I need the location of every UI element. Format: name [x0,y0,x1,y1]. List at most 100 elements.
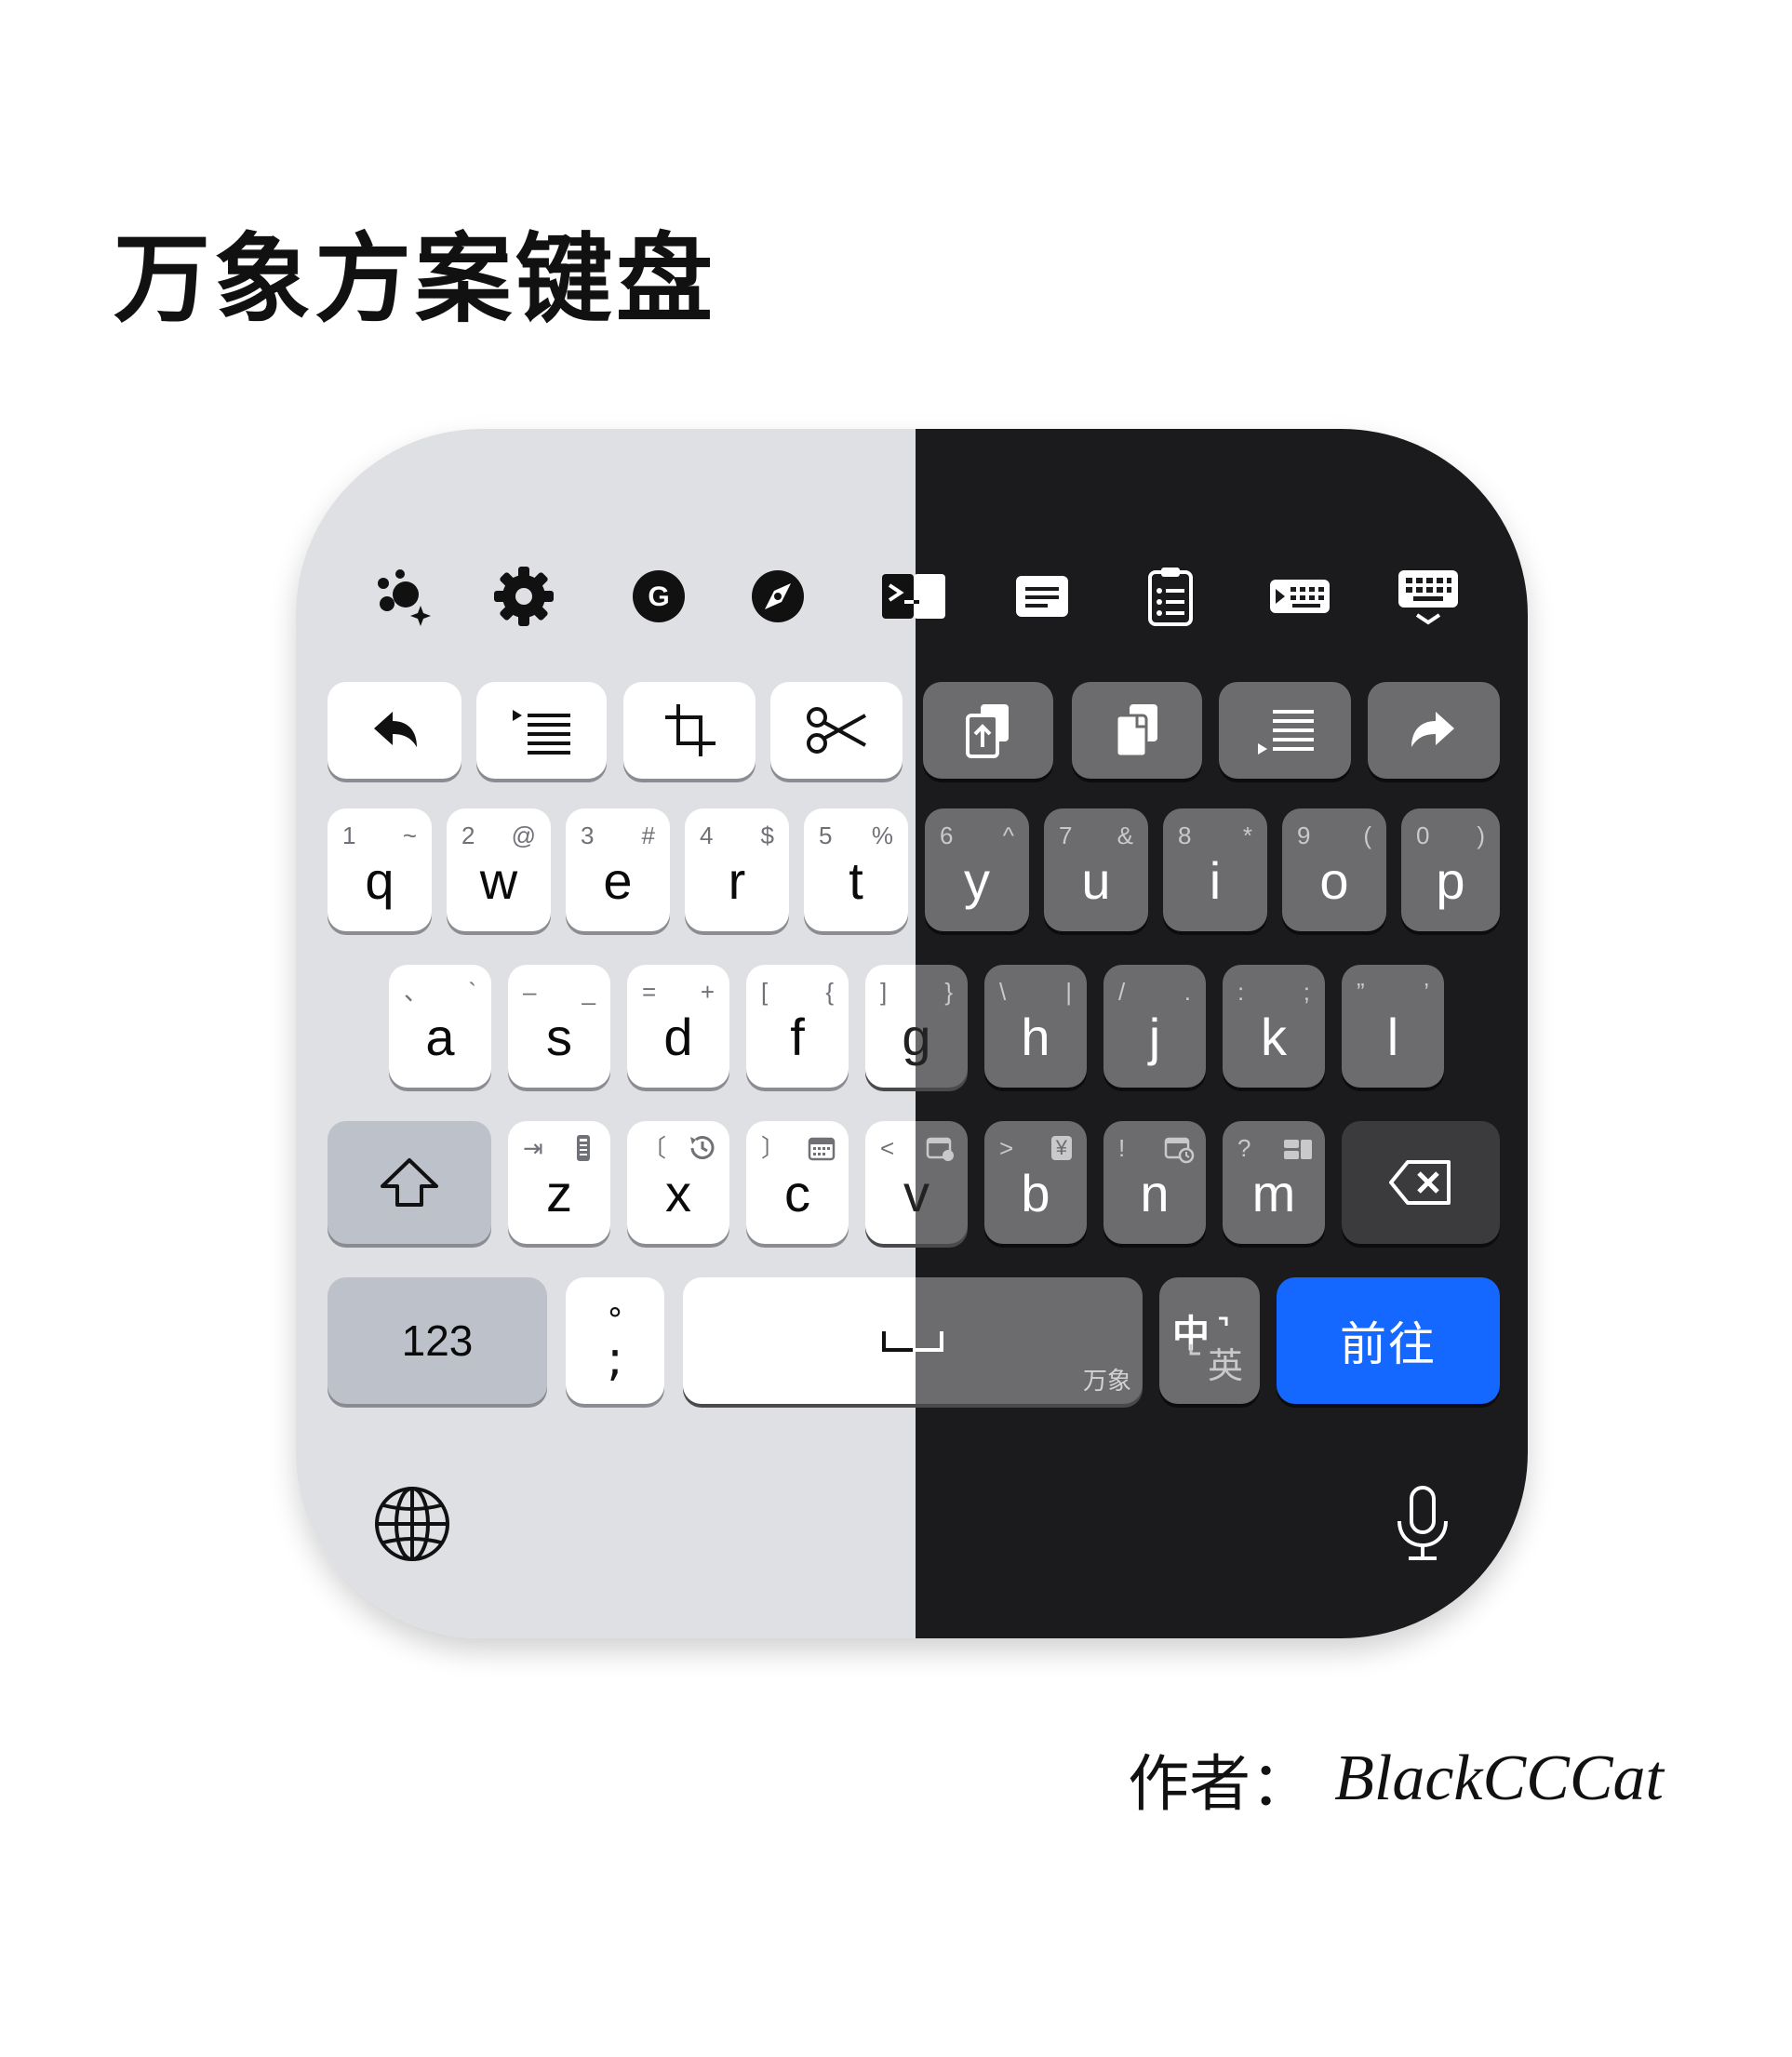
key-l[interactable]: ” ’ l [1342,965,1444,1088]
key-label: x [665,1164,691,1222]
select-all-icon [1219,682,1351,779]
key-label: a [425,1008,455,1066]
key-hint: 6 [940,821,954,849]
keyboard-right-icon[interactable] [1263,559,1337,634]
key-label: d [663,1008,693,1066]
key-w[interactable]: 2 @ w [447,808,551,931]
key-z[interactable]: ⇥ z [508,1121,610,1244]
key-b[interactable]: > ¥ b [984,1121,1087,1244]
assistant-sparkle-icon[interactable] [367,559,441,634]
redo-key[interactable] [1368,682,1500,779]
key-hint: ? [1237,1134,1251,1162]
key-n[interactable]: ! n [1103,1121,1206,1244]
key-hint: 7 [1059,821,1073,849]
go-key[interactable]: 前往 [1277,1277,1500,1404]
keyboard-dismiss-icon[interactable] [1391,559,1465,634]
author-label: 作者： [1128,1748,1313,1820]
key-hint: ! [1118,1134,1126,1162]
key-q[interactable]: 1 ~ q [328,808,432,931]
paste-key[interactable] [923,682,1053,779]
key-e[interactable]: 3 # e [566,808,670,931]
shift-icon [328,1121,491,1244]
key-f[interactable]: [{f [746,965,849,1088]
key-i[interactable]: 8 * i [1163,808,1267,931]
key-hint: ` [468,978,476,1006]
key-hint: > [999,1134,1014,1162]
calendar-check-icon [925,1132,956,1164]
key-r[interactable]: 4 $ r [685,808,789,931]
undo-key[interactable] [328,682,461,779]
key-hint: 2 [461,821,475,849]
space-key[interactable]: 万象 [683,1277,1143,1404]
undo-icon [328,682,461,779]
key-v[interactable]: < v [865,1121,968,1244]
language-switch-key[interactable]: 中 英 [1159,1277,1260,1404]
key-m[interactable]: ? m [1223,1121,1325,1244]
key-hint: ” [1357,978,1365,1006]
copy-key[interactable] [1072,682,1202,779]
key-x[interactable]: 〔 x [627,1121,729,1244]
key-hint: 〕 [761,1134,786,1162]
semicolon-label: ; [607,1331,623,1387]
punctuation-key[interactable]: ° ; [566,1277,664,1404]
key-s[interactable]: – _ s [508,965,610,1088]
key-hint: [ [761,978,769,1006]
key-label: o [1319,851,1349,910]
numbers-key[interactable]: 123 [328,1277,547,1404]
key-d[interactable]: = + d [627,965,729,1088]
crop-key[interactable] [623,682,756,779]
numbers-label: 123 [401,1316,474,1365]
remote-icon [568,1132,599,1164]
key-a[interactable]: 、 ` a [389,965,491,1088]
key-hint: _ [582,978,595,1006]
key-label: t [849,851,863,910]
key-hint: 5 [819,821,833,849]
key-label: y [964,851,990,910]
indent-list-key[interactable] [476,682,607,779]
key-h[interactable]: \ | h [984,965,1087,1088]
key-k[interactable]: :; k [1223,965,1325,1088]
layout-icon [1282,1132,1314,1164]
key-j[interactable]: /. j [1103,965,1206,1088]
author-name: BlackCCCat [1334,1743,1664,1814]
globe-icon[interactable] [370,1482,454,1566]
key-hint: 8 [1178,821,1192,849]
text-document-icon[interactable] [1005,559,1079,634]
select-all-key[interactable] [1219,682,1351,779]
key-hint: | [1065,978,1072,1006]
key-t[interactable]: 5% t [804,808,908,931]
key-hint: – [523,978,537,1006]
keyboard-preview: G 1 ~ q 2 @ w 3 # e 4 $ r 5% t 6 ^ y 7 &… [296,429,1528,1638]
scissors-icon [770,682,903,779]
shift-key[interactable] [328,1121,491,1244]
key-label: g [902,1008,931,1066]
terminal-icon[interactable] [876,559,951,634]
key-label: j [1148,1008,1161,1066]
compass-icon[interactable] [741,559,815,634]
key-label: v [903,1164,929,1222]
key-g[interactable]: ]} g [865,965,968,1088]
microphone-icon[interactable] [1381,1482,1464,1566]
key-hint: 0 [1416,821,1430,849]
swap-icon [1189,1316,1228,1356]
key-label: r [728,851,746,910]
history-icon [687,1132,718,1164]
key-hint: ⇥ [523,1134,543,1162]
key-label: h [1021,1008,1050,1066]
key-label: z [546,1164,572,1222]
cut-key[interactable] [770,682,903,779]
delete-key[interactable] [1342,1121,1500,1244]
key-hint: } [944,978,953,1006]
key-o[interactable]: 9 (o [1282,808,1386,931]
key-c[interactable]: 〕 c [746,1121,849,1244]
key-hint: * [1242,821,1252,849]
gear-icon[interactable] [487,559,561,634]
page-title: 万象方案键盘 [114,222,717,336]
grammar-g-icon[interactable]: G [622,559,696,634]
key-label: c [784,1164,810,1222]
key-u[interactable]: 7 & u [1044,808,1148,931]
clipboard-list-icon[interactable] [1133,559,1208,634]
key-y[interactable]: 6 ^ y [925,808,1029,931]
key-hint: + [700,978,715,1006]
key-p[interactable]: 0) p [1401,808,1500,931]
